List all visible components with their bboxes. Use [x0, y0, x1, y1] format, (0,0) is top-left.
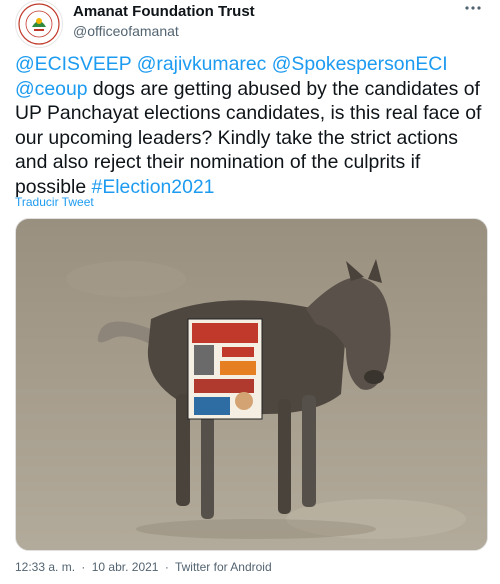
tweet-source[interactable]: Twitter for Android: [175, 560, 272, 574]
user-handle[interactable]: @officeofamanat: [73, 22, 255, 40]
mention-link[interactable]: @ceoup: [15, 78, 88, 100]
tweet-meta: 12:33 a. m. · 10 abr. 2021 · Twitter for…: [15, 560, 272, 574]
foundation-logo-icon: [17, 2, 61, 46]
tweet-photo[interactable]: [15, 218, 488, 551]
more-options-icon[interactable]: [461, 0, 485, 22]
translate-tweet-link[interactable]: Traducir Tweet: [15, 195, 94, 209]
tweet-date[interactable]: 10 abr. 2021: [92, 560, 159, 574]
mention-link[interactable]: @rajivkumarec: [137, 53, 267, 75]
hashtag-link[interactable]: #Election2021: [92, 176, 215, 198]
display-name[interactable]: Amanat Foundation Trust: [73, 3, 255, 21]
mention-link[interactable]: @ECISVEEP: [15, 53, 131, 75]
meta-separator: ·: [164, 560, 169, 574]
tweet-time[interactable]: 12:33 a. m.: [15, 560, 75, 574]
avatar[interactable]: [15, 0, 63, 48]
author-names: Amanat Foundation Trust @officeofamanat: [73, 3, 255, 40]
dog-with-poster-photo-icon: [16, 219, 487, 550]
mention-link[interactable]: @SpokespersonECI: [272, 53, 448, 75]
tweet-text: @ECISVEEP @rajivkumarec @SpokespersonECI…: [15, 52, 490, 199]
tweet-header: Amanat Foundation Trust @officeofamanat: [15, 0, 485, 48]
meta-separator: ·: [81, 560, 86, 574]
